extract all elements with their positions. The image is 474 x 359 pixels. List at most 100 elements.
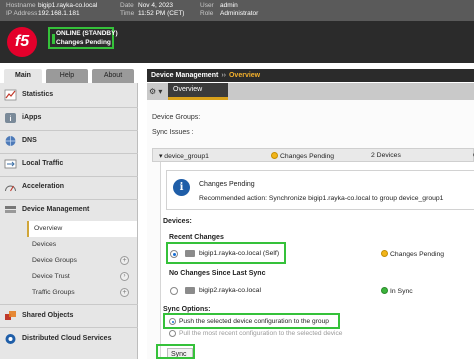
expand-icon[interactable]: › (120, 272, 129, 281)
device-status-text-bigip2: In Sync (390, 288, 413, 295)
in-sync-status-icon (381, 287, 388, 294)
recent-changes-label: Recent Changes (169, 234, 224, 241)
nav-label-iapps: iApps (22, 114, 42, 121)
role-info: Role Administrator (200, 10, 258, 18)
tab-overview[interactable]: Overview (168, 83, 228, 100)
dns-icon (5, 136, 16, 146)
nav-label-acceleration: Acceleration (22, 183, 65, 190)
tab-about[interactable]: About (92, 69, 134, 83)
ip-label: IP Address (6, 10, 38, 17)
breadcrumb-section[interactable]: Device Management (151, 72, 218, 79)
tab-help[interactable]: Help (46, 69, 88, 83)
option-pull-radio[interactable] (169, 330, 176, 337)
nav-label-statistics: Statistics (22, 91, 54, 98)
nav-item-dns[interactable]: DNS (0, 131, 138, 151)
info-recommendation: Recommended action: Synchronize bigip1.r… (199, 195, 444, 202)
info-title: Changes Pending (199, 181, 255, 188)
no-changes-label: No Changes Since Last Sync (169, 270, 266, 277)
nav-item-distributed-cloud-services[interactable]: Distributed Cloud Services (0, 329, 138, 349)
devices-label: Devices: (163, 218, 192, 225)
device-group-status-text: Changes Pending (280, 153, 335, 160)
date-value: Nov 4, 2023 (138, 2, 174, 9)
main-navigation: Statistics i iApps DNS Local Traffic Acc… (0, 83, 138, 359)
device-status-text-bigip1: Changes Pending (390, 251, 445, 258)
svg-text:i: i (10, 116, 12, 123)
subnav-label-devices: Devices (32, 241, 57, 248)
device-icon (185, 287, 195, 294)
subnav-device-trust[interactable]: Device Trust › (27, 269, 137, 285)
time-info: Time 11:52 PM (CET) (120, 10, 184, 18)
subnav-overview[interactable]: Overview (27, 221, 137, 237)
subnav-device-groups[interactable]: Device Groups + (27, 253, 137, 269)
user-value: admin (220, 2, 238, 9)
nav-label-shared-objects: Shared Objects (22, 312, 74, 319)
subnav-label-device-groups: Device Groups (32, 257, 77, 264)
local-traffic-icon (4, 159, 17, 169)
highlight-recent-device (166, 242, 286, 264)
pending-status-icon (271, 152, 278, 159)
option-pull[interactable]: Pull the most recent configuration to th… (167, 328, 407, 340)
nav-item-acceleration[interactable]: Acceleration (0, 177, 138, 197)
nav-divider (0, 327, 138, 328)
device-radio-bigip2[interactable] (170, 287, 178, 295)
device-row-bigip2[interactable]: bigip2.rayka-co.local In Sync (167, 284, 474, 298)
status-indicator (52, 34, 55, 44)
gear-menu-button[interactable]: ⚙ ▾ (149, 84, 167, 99)
system-info-strip: Hostname bigip1.rayka-co.local IP Addres… (0, 0, 474, 21)
device-management-icon (5, 206, 16, 213)
ip-value: 192.168.1.181 (38, 10, 80, 17)
highlight-push-option (163, 313, 340, 329)
highlight-sync-button (156, 344, 195, 359)
user-info: User admin (200, 2, 238, 10)
role-label: Role (200, 10, 214, 17)
cloud-services-icon (5, 334, 16, 344)
device-status-bigip1: Changes Pending (381, 250, 444, 258)
device-group-status: Changes Pending (271, 152, 334, 160)
sync-issues-label: Sync Issues : (152, 129, 194, 136)
pending-status-icon (381, 250, 388, 257)
content-toolbar: ⚙ ▾ Overview (147, 83, 474, 100)
subnav-traffic-groups[interactable]: Traffic Groups + (27, 285, 137, 301)
f5-logo: f5 (7, 27, 37, 57)
nav-label-dns: DNS (22, 137, 37, 144)
time-value: 11:52 PM (CET) (138, 10, 185, 17)
nav-item-statistics[interactable]: Statistics (0, 85, 138, 105)
statistics-icon (4, 89, 17, 101)
shared-objects-icon (5, 311, 16, 320)
subnav-label-traffic-groups: Traffic Groups (32, 289, 75, 296)
subnav-label-overview: Overview (34, 225, 63, 232)
breadcrumb: Device Management ›› Overview (147, 69, 474, 82)
breadcrumb-separator: ›› (221, 72, 226, 79)
acceleration-icon (5, 185, 16, 192)
add-traffic-group-icon[interactable]: + (120, 288, 129, 297)
online-status: ONLINE (STANDBY) (56, 30, 118, 37)
nav-tabs: Main Help About (0, 69, 138, 83)
nav-item-local-traffic[interactable]: Local Traffic (0, 154, 138, 174)
device-group-row[interactable]: ▾ device_group1 Changes Pending 2 Device… (152, 148, 474, 162)
top-banner: Hostname bigip1.rayka-co.local IP Addres… (0, 0, 474, 63)
device-group-name[interactable]: ▾ device_group1 (159, 152, 209, 160)
info-icon: i (173, 179, 190, 196)
role-value: Administrator (220, 10, 259, 17)
nav-item-iapps[interactable]: i iApps (0, 108, 138, 128)
device-status-box[interactable]: ONLINE (STANDBY) Changes Pending (48, 27, 118, 49)
device-groups-label: Device Groups: (152, 114, 201, 121)
subnav-devices[interactable]: Devices (27, 237, 137, 253)
subnav-label-device-trust: Device Trust (32, 273, 70, 280)
nav-label-distributed-cloud-services: Distributed Cloud Services (22, 335, 112, 342)
tab-main[interactable]: Main (4, 69, 42, 83)
user-label: User (200, 2, 214, 9)
nav-label-device-management: Device Management (22, 206, 90, 213)
nav-label-local-traffic: Local Traffic (22, 160, 64, 167)
nav-item-shared-objects[interactable]: Shared Objects (0, 306, 138, 326)
changes-pending-status: Changes Pending (56, 39, 111, 46)
option-pull-text: Pull the most recent configuration to th… (179, 330, 343, 337)
breadcrumb-current: Overview (228, 72, 261, 79)
nav-item-device-management[interactable]: Device Management (0, 200, 138, 220)
gear-icon: ⚙ ▾ (149, 87, 163, 96)
device-status-bigip2: In Sync (381, 287, 413, 295)
iapps-icon: i (5, 113, 16, 123)
nav-divider (0, 304, 138, 305)
add-device-group-icon[interactable]: + (120, 256, 129, 265)
changes-pending-info: i Changes Pending Recommended action: Sy… (166, 170, 474, 210)
